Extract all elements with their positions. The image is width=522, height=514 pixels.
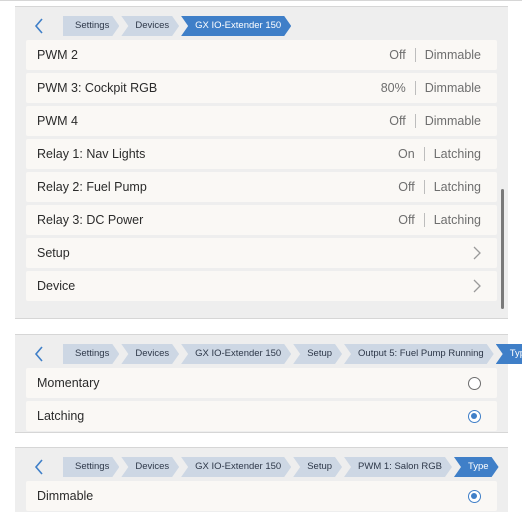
back-button[interactable]	[23, 13, 55, 39]
row-label: Relay 3: DC Power	[37, 213, 144, 227]
breadcrumb-devices[interactable]: Devices	[121, 16, 179, 36]
breadcrumb: Settings Devices GX IO-Extender 150 Setu…	[23, 454, 501, 480]
breadcrumb-type[interactable]: Type	[454, 457, 499, 477]
row-label: Relay 2: Fuel Pump	[37, 180, 147, 194]
breadcrumb-type[interactable]: Type	[496, 344, 522, 364]
back-button[interactable]	[23, 341, 55, 367]
chevron-left-icon	[34, 18, 43, 34]
option-label: Momentary	[37, 376, 100, 390]
row-state: Off	[398, 213, 415, 227]
row-label: PWM 4	[37, 114, 78, 128]
row-mode: Latching	[433, 147, 481, 161]
radio-button-icon[interactable]	[468, 376, 481, 390]
row-state: Off	[389, 114, 406, 128]
option-label: Dimmable	[37, 489, 94, 503]
row-mode: Dimmable	[424, 48, 481, 62]
breadcrumb-devices[interactable]: Devices	[121, 457, 179, 477]
breadcrumb-devices[interactable]: Devices	[121, 344, 179, 364]
row-label: PWM 2	[37, 48, 78, 62]
radio-button-icon[interactable]	[468, 409, 481, 423]
breadcrumb-gx-io-extender[interactable]: GX IO-Extender 150	[181, 457, 291, 477]
row-label: Device	[37, 279, 76, 293]
radio-button-icon[interactable]	[468, 489, 481, 503]
scrollbar[interactable]	[501, 189, 504, 309]
output-type-panel: Settings Devices GX IO-Extender 150 Setu…	[15, 334, 508, 433]
row-mode: Latching	[433, 180, 481, 194]
row-mode: Dimmable	[424, 114, 481, 128]
row-label: Relay 1: Nav Lights	[37, 147, 146, 161]
row-mode: Latching	[433, 213, 481, 227]
chevron-left-icon	[34, 346, 43, 362]
list-item-pwm-4[interactable]: PWM 4 Off Dimmable	[26, 106, 497, 136]
device-settings-panel: Settings Devices GX IO-Extender 150 PWM …	[15, 6, 508, 319]
row-state: On	[398, 147, 415, 161]
option-dimmable[interactable]: Dimmable	[26, 481, 497, 511]
option-label: Latching	[37, 409, 85, 423]
breadcrumb-setup[interactable]: Setup	[293, 344, 342, 364]
row-mode: Dimmable	[424, 81, 481, 95]
chevron-left-icon	[34, 459, 43, 475]
pwm-type-panel: Settings Devices GX IO-Extender 150 Setu…	[15, 447, 508, 512]
breadcrumb-settings[interactable]: Settings	[63, 16, 119, 36]
list-item-relay-2[interactable]: Relay 2: Fuel Pump Off Latching	[26, 172, 497, 202]
list-item-device[interactable]: Device	[26, 271, 497, 301]
list-item-pwm-3[interactable]: PWM 3: Cockpit RGB 80% Dimmable	[26, 73, 497, 103]
row-state: Off	[398, 180, 415, 194]
row-state: Off	[389, 48, 406, 62]
list-item-setup[interactable]: Setup	[26, 238, 497, 268]
list-item-relay-3[interactable]: Relay 3: DC Power Off Latching	[26, 205, 497, 235]
breadcrumb-gx-io-extender[interactable]: GX IO-Extender 150	[181, 16, 291, 36]
row-label: Setup	[37, 246, 70, 260]
row-label: PWM 3: Cockpit RGB	[37, 81, 158, 95]
breadcrumb: Settings Devices GX IO-Extender 150	[23, 13, 293, 39]
chevron-right-icon	[473, 279, 481, 293]
option-latching[interactable]: Latching	[26, 401, 497, 431]
breadcrumb-settings[interactable]: Settings	[63, 344, 119, 364]
row-state: 80%	[380, 81, 406, 95]
breadcrumb-output-5[interactable]: Output 5: Fuel Pump Running	[344, 344, 494, 364]
back-button[interactable]	[23, 454, 55, 480]
breadcrumb-gx-io-extender[interactable]: GX IO-Extender 150	[181, 344, 291, 364]
list-item-pwm-2[interactable]: PWM 2 Off Dimmable	[26, 40, 497, 70]
breadcrumb-pwm-1[interactable]: PWM 1: Salon RGB	[344, 457, 452, 477]
breadcrumb-settings[interactable]: Settings	[63, 457, 119, 477]
breadcrumb-setup[interactable]: Setup	[293, 457, 342, 477]
chevron-right-icon	[473, 246, 481, 260]
breadcrumb: Settings Devices GX IO-Extender 150 Setu…	[23, 341, 522, 367]
list-item-relay-1[interactable]: Relay 1: Nav Lights On Latching	[26, 139, 497, 169]
option-momentary[interactable]: Momentary	[26, 368, 497, 398]
